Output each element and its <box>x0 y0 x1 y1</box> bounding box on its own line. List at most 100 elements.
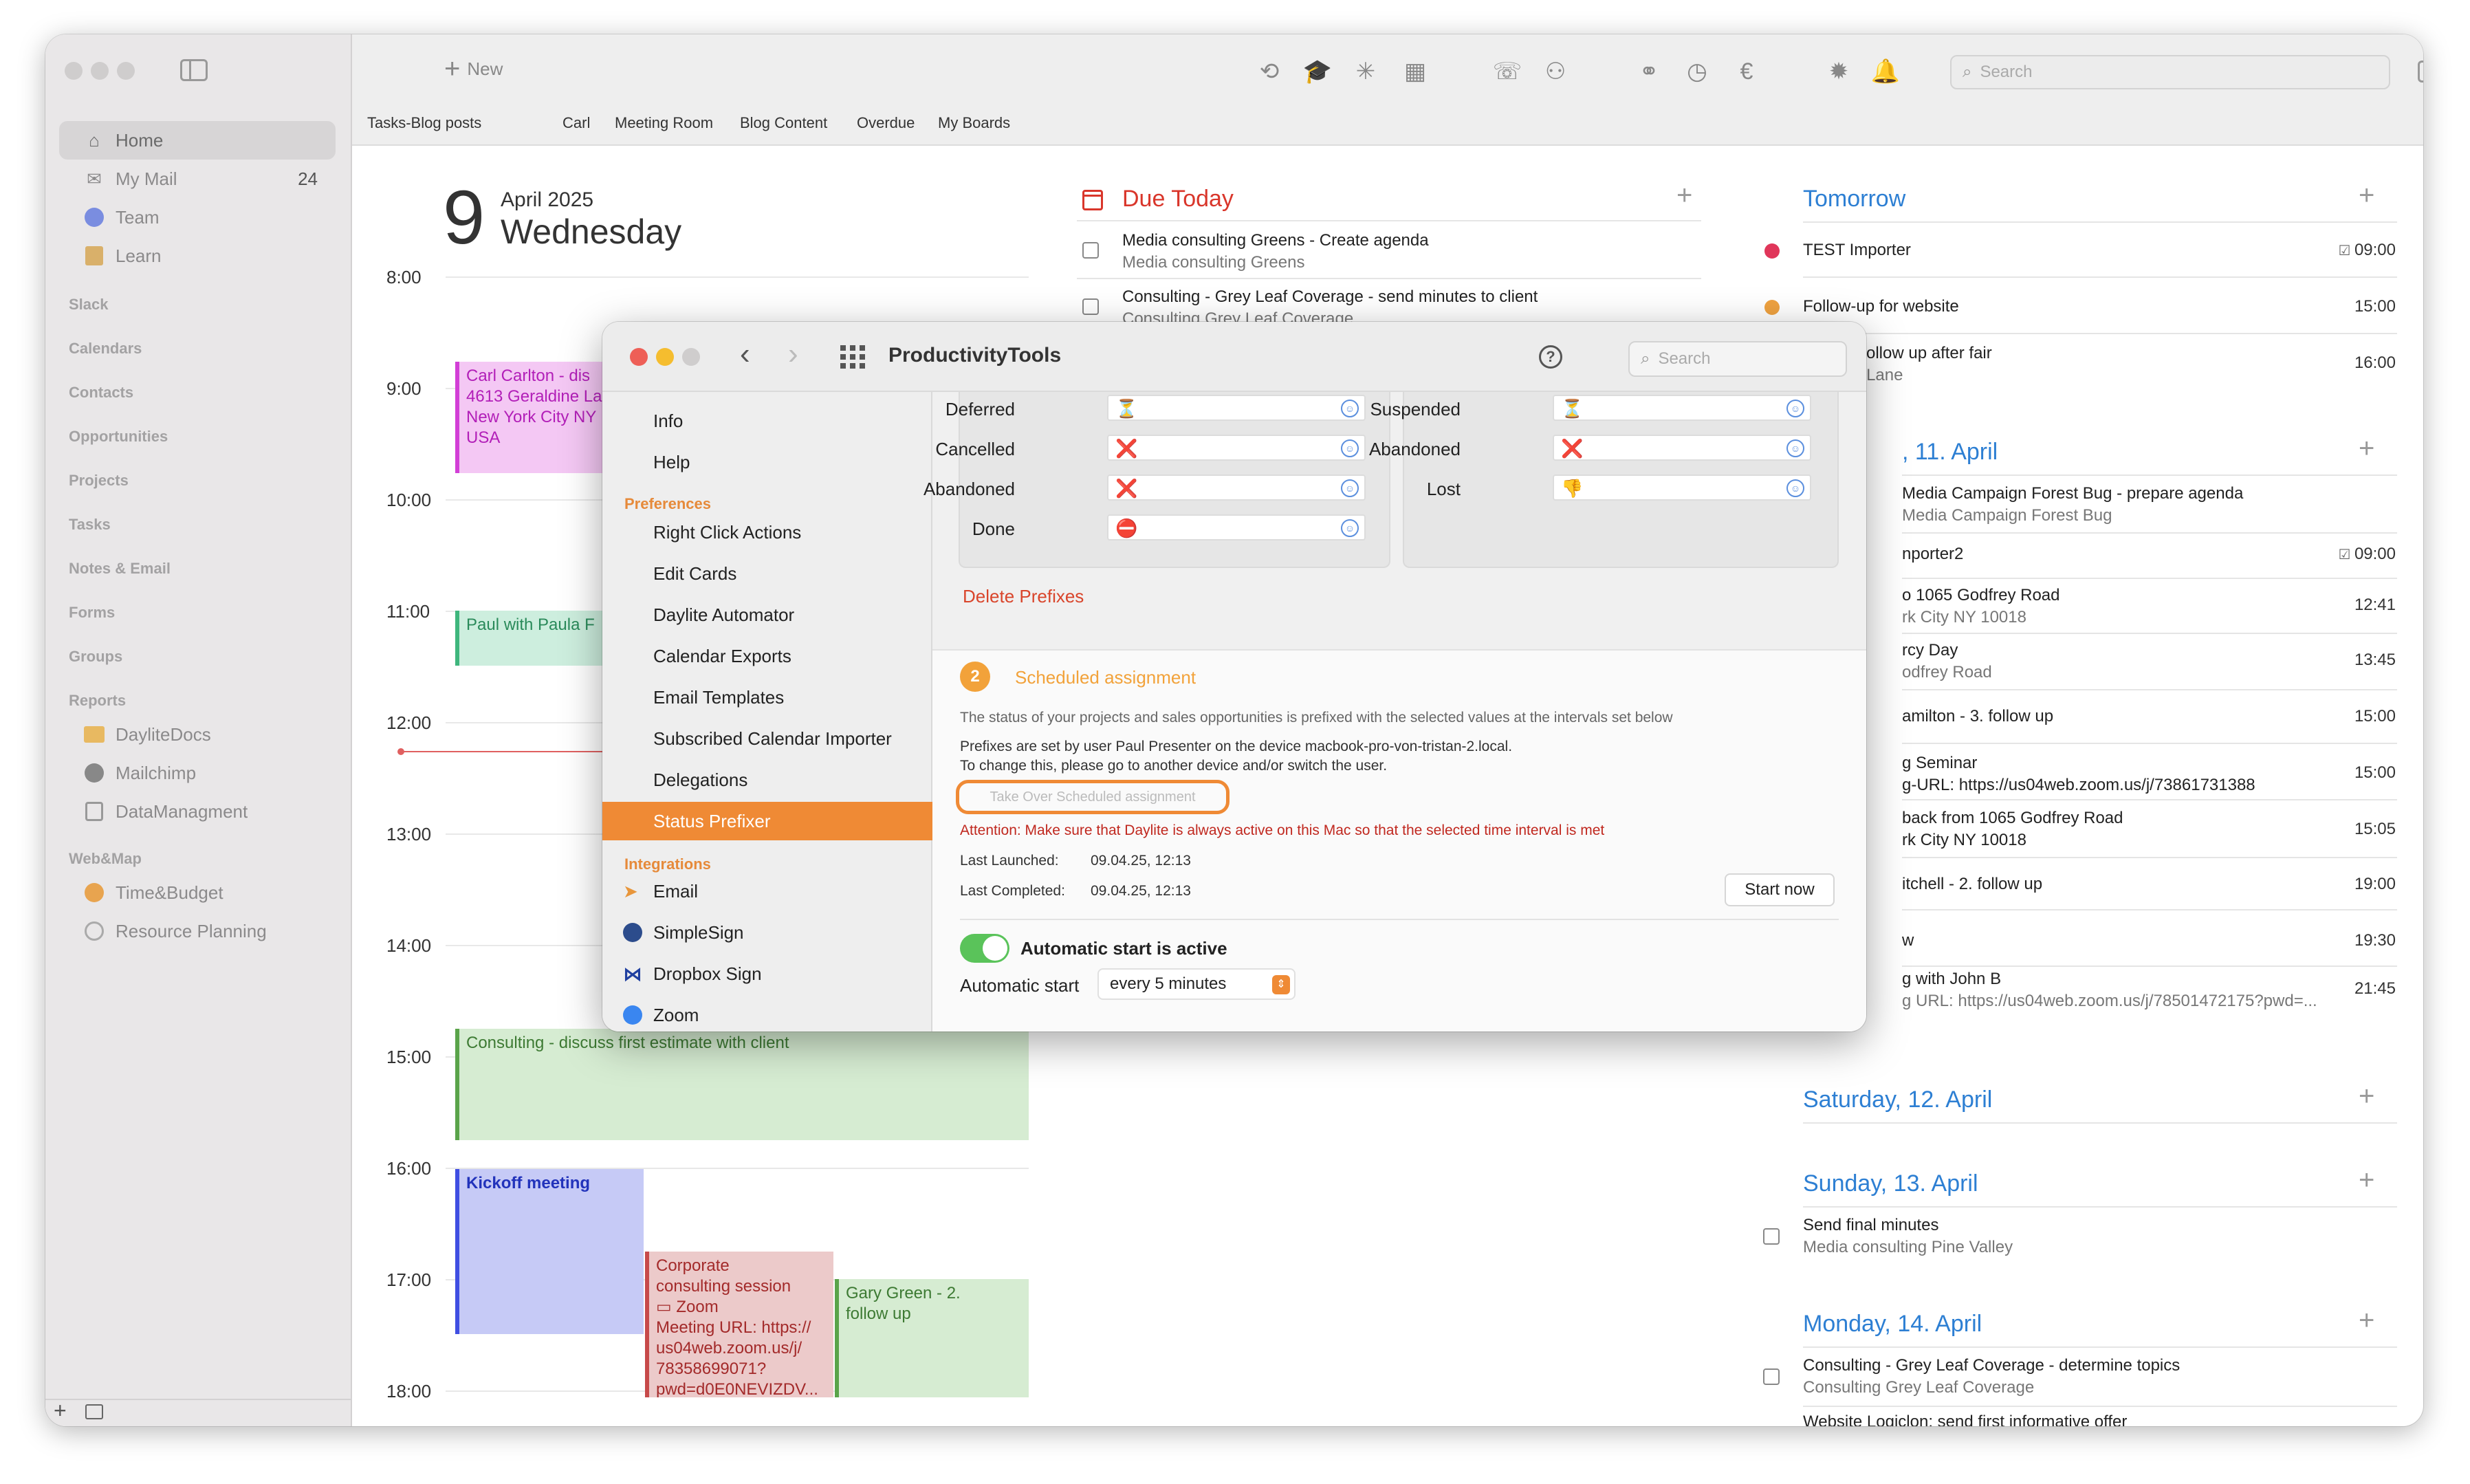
inspector-toggle-icon[interactable] <box>2418 61 2423 83</box>
auto-start-toggle[interactable] <box>960 934 1009 963</box>
emoji-picker-icon[interactable]: ☺ <box>1786 439 1804 457</box>
item-title[interactable]: Website Logiclon: send first informative… <box>1803 1412 2127 1426</box>
tab-meeting-room[interactable]: Meeting Room <box>615 114 713 132</box>
bell-icon[interactable]: 🔔 <box>1871 58 1900 85</box>
dialog-item-delegations[interactable]: Delegations <box>602 761 932 799</box>
prefix-field-abandoned-right[interactable]: ❌ ☺ <box>1553 435 1811 461</box>
event-kickoff-meeting[interactable]: Kickoff meeting <box>455 1169 644 1334</box>
dialog-item-email[interactable]: ➤ Email <box>602 872 932 910</box>
sidebar-item-datamanagment[interactable]: DataManagment <box>59 792 336 831</box>
dialog-item-simplesign[interactable]: SimpleSign <box>602 913 932 952</box>
timer-icon[interactable]: ◷ <box>1683 58 1711 85</box>
sidebar-section-forms[interactable]: Forms <box>69 604 115 622</box>
dialog-item-email-templates[interactable]: Email Templates <box>602 678 932 717</box>
emoji-picker-icon[interactable]: ☺ <box>1786 479 1804 497</box>
item-title[interactable]: rcy Day <box>1902 641 1958 660</box>
tab-blog-content[interactable]: Blog Content <box>740 114 827 132</box>
sidebar-section-slack[interactable]: Slack <box>69 296 109 314</box>
item-title[interactable]: back from 1065 Godfrey Road <box>1902 809 2123 828</box>
add-due-today-button[interactable]: + <box>1676 180 1692 211</box>
back-chevron-icon[interactable]: ‹ <box>740 337 750 371</box>
minimize-window-button[interactable] <box>91 62 109 80</box>
auto-start-interval-select[interactable]: every 5 minutes ⇕ <box>1097 968 1296 1000</box>
item-title[interactable]: Consulting - Grey Leaf Coverage - determ… <box>1803 1356 2180 1375</box>
start-now-button[interactable]: Start now <box>1725 873 1835 906</box>
sidebar-section-contacts[interactable]: Contacts <box>69 384 133 402</box>
phone-icon[interactable]: ☏ <box>1493 58 1522 85</box>
dialog-item-calendar-exports[interactable]: Calendar Exports <box>602 637 932 675</box>
emoji-picker-icon[interactable]: ☺ <box>1786 400 1804 417</box>
add-friday-button[interactable]: + <box>2359 433 2374 464</box>
delete-prefixes-button[interactable]: Delete Prefixes <box>963 586 1084 607</box>
add-tomorrow-button[interactable]: + <box>2359 180 2374 211</box>
graduation-cap-icon[interactable]: 🎓 <box>1303 58 1332 85</box>
forward-chevron-icon[interactable]: › <box>788 337 798 371</box>
euro-icon[interactable]: € <box>1733 58 1760 85</box>
add-monday-button[interactable]: + <box>2359 1305 2374 1336</box>
sidebar-item-learn[interactable]: Learn <box>59 237 336 275</box>
sidebar-item-time-budget[interactable]: Time&Budget <box>59 873 336 912</box>
sidebar-item-my-mail[interactable]: ✉ My Mail 24 <box>59 160 336 198</box>
sidebar-section-calendars[interactable]: Calendars <box>69 340 142 358</box>
sparkle-icon[interactable]: ✳ <box>1352 58 1379 85</box>
tab-overdue[interactable]: Overdue <box>857 114 915 132</box>
dialog-search-input[interactable]: ⌕ Search <box>1628 341 1847 377</box>
people-icon[interactable]: ⚇ <box>1542 58 1569 85</box>
task-title[interactable]: Media consulting Greens - Create agenda <box>1122 231 1429 250</box>
prefix-field-done[interactable]: ⛔ ☺ <box>1107 514 1366 541</box>
event-corporate-consulting[interactable]: Corporate consulting session ▭ Zoom Meet… <box>645 1252 833 1397</box>
sidebar-item-team[interactable]: Team <box>59 198 336 237</box>
dialog-item-status-prefixer[interactable]: Status Prefixer <box>602 802 932 840</box>
task-title[interactable]: Consulting - Grey Leaf Coverage - send m… <box>1122 287 1538 307</box>
gear-badge-icon[interactable]: ✹ <box>1825 58 1852 85</box>
sidebar-toggle-icon[interactable] <box>180 59 208 81</box>
add-icon[interactable]: + <box>54 1398 67 1423</box>
event-gary-green[interactable]: Gary Green - 2. follow up <box>835 1279 1029 1397</box>
dialog-item-subscribed-calendar-importer[interactable]: Subscribed Calendar Importer <box>602 719 932 758</box>
grid-icon[interactable] <box>840 345 865 369</box>
task-checkbox[interactable] <box>1763 1368 1780 1385</box>
zoom-window-button[interactable] <box>117 62 135 80</box>
tab-carl[interactable]: Carl <box>562 114 590 132</box>
item-title[interactable]: o 1065 Godfrey Road <box>1902 586 2060 605</box>
sidebar-item-mailchimp[interactable]: Mailchimp <box>59 754 336 792</box>
dialog-item-daylite-automator[interactable]: Daylite Automator <box>602 596 932 634</box>
event-consulting-estimate[interactable]: Consulting - discuss first estimate with… <box>455 1029 1029 1140</box>
item-title[interactable]: w <box>1902 931 1914 950</box>
task-checkbox[interactable] <box>1763 1228 1780 1245</box>
sidebar-section-projects[interactable]: Projects <box>69 472 129 490</box>
dialog-item-dropbox-sign[interactable]: ⋈ Dropbox Sign <box>602 954 932 993</box>
sidebar-section-tasks[interactable]: Tasks <box>69 516 111 534</box>
item-title[interactable]: nporter2 <box>1902 545 1963 564</box>
item-title[interactable]: amilton - 3. follow up <box>1902 707 2053 726</box>
add-sunday-button[interactable]: + <box>2359 1165 2374 1196</box>
sidebar-section-webmap[interactable]: Web&Map <box>69 850 142 868</box>
main-search-input[interactable]: ⌕ Search <box>1950 55 2390 89</box>
prefix-field-lost[interactable]: 👎 ☺ <box>1553 474 1811 501</box>
item-title[interactable]: g Seminar <box>1902 754 1977 773</box>
dialog-minimize-button[interactable] <box>656 348 674 366</box>
dialog-close-button[interactable] <box>630 348 648 366</box>
emoji-picker-icon[interactable]: ☺ <box>1341 519 1359 537</box>
item-title[interactable]: Send final minutes <box>1803 1216 1938 1235</box>
network-icon[interactable]: ⚭ <box>1635 58 1663 85</box>
tab-tasks-blog-posts[interactable]: Tasks-Blog posts <box>367 114 481 132</box>
add-saturday-button[interactable]: + <box>2359 1081 2374 1112</box>
calendar-small-icon[interactable] <box>85 1404 103 1419</box>
takeover-button[interactable]: Take Over Scheduled assignment <box>956 780 1229 814</box>
dialog-item-edit-cards[interactable]: Edit Cards <box>602 554 932 593</box>
item-title[interactable]: Media Campaign Forest Bug - prepare agen… <box>1902 484 2243 503</box>
task-checkbox[interactable] <box>1082 242 1099 259</box>
task-checkbox[interactable] <box>1082 298 1099 315</box>
layout-icon[interactable]: ▦ <box>1401 58 1429 85</box>
item-title[interactable]: itchell - 2. follow up <box>1902 875 2042 894</box>
help-icon[interactable]: ? <box>1539 345 1562 369</box>
sync-icon[interactable]: ⟲ <box>1256 58 1283 85</box>
prefix-field-suspended[interactable]: ⏳ ☺ <box>1553 395 1811 421</box>
new-button[interactable]: + New <box>444 54 503 85</box>
item-title[interactable]: Follow-up for website <box>1803 297 1959 316</box>
sidebar-item-daylitedocs[interactable]: DayliteDocs <box>59 715 336 754</box>
sidebar-section-reports[interactable]: Reports <box>69 692 126 710</box>
sidebar-section-opportunities[interactable]: Opportunities <box>69 428 168 446</box>
item-title[interactable]: g with John B <box>1902 970 2001 989</box>
